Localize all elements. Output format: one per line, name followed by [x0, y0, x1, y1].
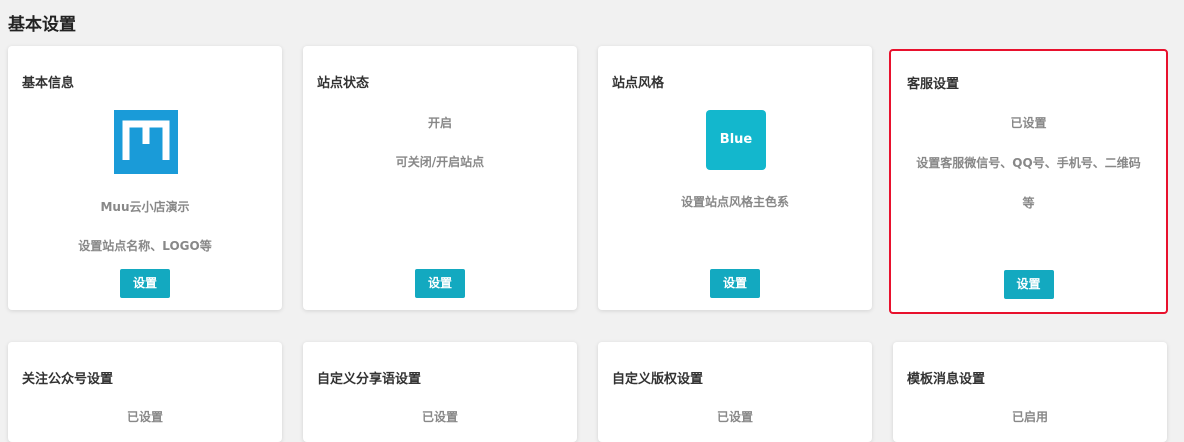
status-text: 已设置	[126, 410, 163, 424]
card-description: 设置站点名称、LOGO等	[78, 239, 212, 253]
card-title: 站点状态	[317, 76, 370, 91]
card-title: 客服设置	[907, 77, 960, 92]
card-title: 模板消息设置	[907, 372, 986, 387]
card-basic-info: 基本信息 Muu云小店演示 设置站点名称、LOGO等 设置	[8, 46, 282, 310]
card-follow-official-account: 关注公众号设置 已设置	[8, 342, 282, 442]
section-title: 基本设置	[8, 15, 76, 35]
store-name: Muu云小店演示	[100, 200, 190, 214]
card-title: 站点风格	[612, 76, 665, 91]
status-text: 开启	[427, 116, 452, 130]
card-site-style: 站点风格 Blue 设置站点风格主色系 设置	[598, 46, 872, 310]
settings-button[interactable]: 设置	[1003, 270, 1054, 299]
card-description: 设置客服微信号、QQ号、手机号、二维码	[916, 156, 1141, 170]
card-title: 关注公众号设置	[22, 372, 114, 387]
card-custom-share: 自定义分享语设置 已设置	[303, 342, 577, 442]
card-description: 设置站点风格主色系	[680, 195, 789, 209]
card-description: 可关闭/开启站点	[395, 155, 485, 169]
theme-swatch: Blue	[706, 110, 766, 170]
settings-button[interactable]: 设置	[120, 269, 170, 298]
card-site-status: 站点状态 开启 可关闭/开启站点 设置	[303, 46, 577, 310]
card-customer-service: 客服设置 已设置 设置客服微信号、QQ号、手机号、二维码 等 设置	[889, 49, 1168, 314]
status-text: 已启用	[1011, 410, 1048, 424]
muu-logo-icon	[114, 110, 178, 174]
card-title: 自定义版权设置	[612, 372, 704, 387]
card-title: 基本信息	[22, 76, 75, 91]
card-description-cont: 等	[1022, 196, 1035, 210]
card-custom-copyright: 自定义版权设置 已设置	[598, 342, 872, 442]
card-title: 自定义分享语设置	[317, 372, 422, 387]
status-text: 已设置	[421, 410, 458, 424]
status-text: 已设置	[1010, 116, 1047, 130]
status-text: 已设置	[716, 410, 753, 424]
settings-button[interactable]: 设置	[710, 269, 760, 298]
settings-button[interactable]: 设置	[415, 269, 465, 298]
card-template-message: 模板消息设置 已启用	[893, 342, 1167, 442]
